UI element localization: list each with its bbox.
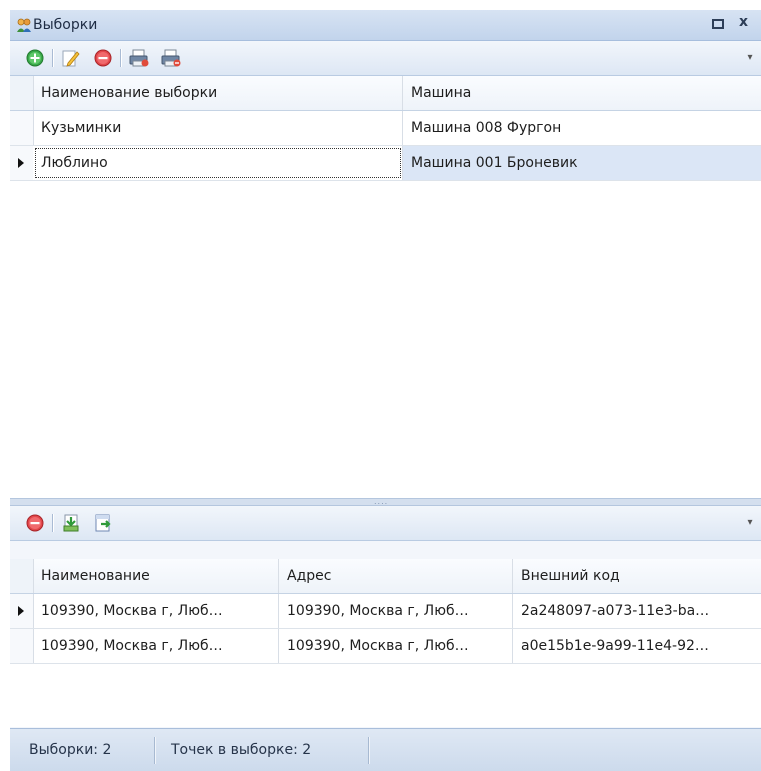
table-row[interactable]: Кузьминки Машина 008 Фургон xyxy=(10,111,761,146)
column-header-name[interactable]: Наименование xyxy=(33,559,279,593)
points-toolbar: ▾ xyxy=(10,506,761,541)
samples-count: Выборки: 2 xyxy=(29,742,112,758)
toolbar-separator xyxy=(52,514,54,532)
samples-grid: Наименование выборки Машина Кузьминки Ма… xyxy=(10,76,761,498)
vehicle-cell[interactable]: Машина 001 Броневик xyxy=(403,146,761,180)
column-header-external-code[interactable]: Внешний код xyxy=(513,559,761,593)
table-row[interactable]: 109390, Москва г, Люб… 109390, Москва г,… xyxy=(10,594,761,629)
row-indicator-header xyxy=(10,76,34,110)
row-indicator xyxy=(10,111,34,145)
status-separator xyxy=(154,737,156,764)
toolbar-separator xyxy=(120,49,122,67)
sample-name-cell[interactable]: Кузьминки xyxy=(33,111,403,145)
column-header-sample-name[interactable]: Наименование выборки xyxy=(33,76,403,110)
row-indicator xyxy=(10,629,34,663)
status-separator xyxy=(368,737,370,764)
panel-splitter[interactable]: .... xyxy=(10,498,761,506)
print-remove-icon[interactable] xyxy=(160,47,182,69)
toolbar-separator xyxy=(52,49,54,67)
edit-icon[interactable] xyxy=(60,47,82,69)
point-name-cell[interactable]: 109390, Москва г, Люб… xyxy=(33,594,279,628)
point-code-cell[interactable]: a0e15b1e-9a99-11e4-92… xyxy=(513,629,761,663)
row-indicator-header xyxy=(10,559,34,593)
title-bar: Выборки x xyxy=(10,10,761,41)
points-count: Точек в выборке: 2 xyxy=(171,742,312,758)
current-row-arrow-icon xyxy=(18,158,24,168)
table-row-selected[interactable]: Люблино Машина 001 Броневик xyxy=(10,146,761,181)
table-row[interactable]: 109390, Москва г, Люб… 109390, Москва г,… xyxy=(10,629,761,664)
column-header-address[interactable]: Адрес xyxy=(279,559,513,593)
point-code-cell[interactable]: 2a248097-a073-11e3-ba… xyxy=(513,594,761,628)
point-address-cell[interactable]: 109390, Москва г, Люб… xyxy=(279,629,513,663)
row-indicator xyxy=(10,594,34,628)
toolbar-overflow-icon[interactable]: ▾ xyxy=(743,514,757,532)
close-icon[interactable]: x xyxy=(739,14,748,30)
splitter-grip: .... xyxy=(374,497,389,506)
window-title: Выборки xyxy=(33,17,98,33)
point-name-cell[interactable]: 109390, Москва г, Люб… xyxy=(33,629,279,663)
vehicle-cell[interactable]: Машина 008 Фургон xyxy=(403,111,761,145)
print-icon[interactable] xyxy=(128,47,150,69)
grid-header-row: Наименование Адрес Внешний код xyxy=(10,559,761,594)
samples-toolbar: ▾ xyxy=(10,41,761,76)
toolbar-overflow-icon[interactable]: ▾ xyxy=(743,49,757,67)
restore-icon[interactable] xyxy=(712,14,724,34)
samples-window: Выборки x ▾ Наименование выборки Машина … xyxy=(10,10,761,771)
export-icon[interactable] xyxy=(92,512,114,534)
delete-icon[interactable] xyxy=(24,512,46,534)
point-address-cell[interactable]: 109390, Москва г, Люб… xyxy=(279,594,513,628)
people-icon xyxy=(16,17,32,33)
column-header-vehicle[interactable]: Машина xyxy=(403,76,761,110)
delete-icon[interactable] xyxy=(92,47,114,69)
add-icon[interactable] xyxy=(24,47,46,69)
status-bar: Выборки: 2 Точек в выборке: 2 xyxy=(10,728,761,771)
grid-header-row: Наименование выборки Машина xyxy=(10,76,761,111)
row-indicator xyxy=(10,146,34,180)
import-icon[interactable] xyxy=(60,512,82,534)
current-row-arrow-icon xyxy=(18,606,24,616)
sample-name-cell[interactable]: Люблино xyxy=(33,146,403,180)
points-grid: Наименование Адрес Внешний код 109390, М… xyxy=(10,559,761,727)
